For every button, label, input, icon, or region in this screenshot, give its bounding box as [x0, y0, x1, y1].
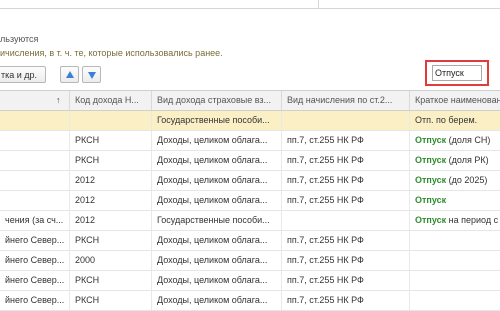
hint-text-line1: льзуются — [0, 34, 39, 44]
table-cell: Государственные пособи... — [152, 211, 282, 230]
table-cell — [282, 211, 410, 230]
search-highlight-frame — [425, 60, 489, 86]
table-cell-short-name — [410, 231, 500, 250]
table-row[interactable]: чения (за сч... 2012 Государственные пособ… — [0, 211, 500, 231]
short-name-rest: (доля РК) — [446, 155, 489, 165]
table-cell: 2012 — [70, 171, 152, 190]
table-cell: Доходы, целиком облага... — [152, 271, 282, 290]
edit-button[interactable]: тка и др. — [0, 66, 46, 83]
table-cell: пп.7, ст.255 НК РФ — [282, 271, 410, 290]
table-cell-short-name — [410, 251, 500, 270]
table-row[interactable]: йнего Север... РКСН Доходы, целиком облага… — [0, 231, 500, 251]
table-cell: йнего Север... — [0, 271, 70, 290]
table-cell-short-name: Отпуск (доля РК) — [410, 151, 500, 170]
table-row[interactable]: йнего Север... РКСН Доходы, целиком облага… — [0, 271, 500, 291]
table-cell — [0, 151, 70, 170]
header-col-name[interactable]: ↑ — [0, 91, 70, 110]
table-cell: РКСН — [70, 151, 152, 170]
hint-text-line2: ичисления, в т. ч. те, которые использов… — [0, 48, 223, 58]
short-name-rest: (до 2025) — [446, 175, 488, 185]
table-cell: йнего Север... — [0, 231, 70, 250]
table-cell — [0, 171, 70, 190]
table-cell: Доходы, целиком облага... — [152, 131, 282, 150]
table-cell: РКСН — [70, 131, 152, 150]
search-match-text: Отпуск — [415, 195, 447, 205]
table-cell: Доходы, целиком облага... — [152, 171, 282, 190]
arrow-up-icon — [66, 71, 74, 78]
move-down-button[interactable] — [82, 66, 101, 83]
short-name-rest: (доля СН) — [446, 135, 491, 145]
search-input[interactable] — [432, 65, 482, 81]
table-cell — [0, 131, 70, 150]
table-cell: Доходы, целиком облага... — [152, 231, 282, 250]
table-cell-short-name: Отпуск (доля СН) — [410, 131, 500, 150]
table-cell-short-name: Отпуск на период с — [410, 211, 500, 230]
header-col-income-code[interactable]: Код дохода Н... — [70, 91, 152, 110]
table-cell: Доходы, целиком облага... — [152, 151, 282, 170]
table-cell: йнего Север... — [0, 251, 70, 270]
search-match-text: Отпуск — [415, 215, 447, 225]
move-up-button[interactable] — [60, 66, 79, 83]
table-cell: пп.7, ст.255 НК РФ — [282, 231, 410, 250]
search-match-text: Отпуск — [415, 155, 447, 165]
table-cell: пп.7, ст.255 НК РФ — [282, 191, 410, 210]
table-row[interactable]: РКСН Доходы, целиком облага... пп.7, ст.25… — [0, 131, 500, 151]
search-match-text: Отпуск — [415, 175, 447, 185]
table-cell — [0, 191, 70, 210]
table-cell-short-name: Отпуск (до 2025) — [410, 171, 500, 190]
table-row[interactable]: 2012 Доходы, целиком облага... пп.7, ст.25… — [0, 171, 500, 191]
table-cell: пп.7, ст.255 НК РФ — [282, 171, 410, 190]
table-cell — [70, 111, 152, 130]
header-col-accrual-type[interactable]: Вид начисления по ст.2... — [282, 91, 410, 110]
search-match-text: Отпуск — [415, 135, 447, 145]
short-name-rest: на период с — [446, 215, 499, 225]
table-cell: РКСН — [70, 231, 152, 250]
header-col-insurance-type[interactable]: Вид дохода страховые вз... — [152, 91, 282, 110]
table-cell: Доходы, целиком облага... — [152, 291, 282, 310]
table-cell: пп.7, ст.255 НК РФ — [282, 131, 410, 150]
table-cell: пп.7, ст.255 НК РФ — [282, 151, 410, 170]
table-cell: 2000 — [70, 251, 152, 270]
table-cell: чения (за сч... — [0, 211, 70, 230]
table-cell-short-name — [410, 291, 500, 310]
table-cell-short-name — [410, 271, 500, 290]
table-row[interactable]: йнего Север... 2000 Доходы, целиком облага… — [0, 251, 500, 271]
table-row[interactable]: Государственные пособи... Отп. по берем. — [0, 111, 500, 131]
table-cell-short-name: Отп. по берем. — [410, 111, 500, 130]
table-cell — [282, 111, 410, 130]
table-cell: 2012 — [70, 211, 152, 230]
table-cell: Доходы, целиком облага... — [152, 251, 282, 270]
panel-divider — [318, 0, 319, 8]
table-cell: йнего Север... — [0, 291, 70, 310]
top-panel-edge — [0, 0, 500, 9]
table-cell: РКСН — [70, 291, 152, 310]
short-name-rest: Отп. по берем. — [415, 115, 478, 125]
table-row[interactable]: йнего Север... РКСН Доходы, целиком облага… — [0, 291, 500, 311]
table-cell: Доходы, целиком облага... — [152, 191, 282, 210]
table-cell: РКСН — [70, 271, 152, 290]
table-row[interactable]: РКСН Доходы, целиком облага... пп.7, ст.25… — [0, 151, 500, 171]
header-col-short-name[interactable]: Краткое наименован — [410, 91, 500, 110]
accruals-table: ↑ Код дохода Н... Вид дохода страховые в… — [0, 90, 500, 311]
table-cell: пп.7, ст.255 НК РФ — [282, 291, 410, 310]
table-cell — [0, 111, 70, 130]
table-header: ↑ Код дохода Н... Вид дохода страховые в… — [0, 91, 500, 111]
table-cell: пп.7, ст.255 НК РФ — [282, 251, 410, 270]
arrow-down-icon — [88, 72, 96, 79]
table-cell-short-name: Отпуск — [410, 191, 500, 210]
table-row[interactable]: 2012 Доходы, целиком облага... пп.7, ст.25… — [0, 191, 500, 211]
sort-asc-icon: ↑ — [56, 95, 61, 105]
table-cell: Государственные пособи... — [152, 111, 282, 130]
table-cell: 2012 — [70, 191, 152, 210]
